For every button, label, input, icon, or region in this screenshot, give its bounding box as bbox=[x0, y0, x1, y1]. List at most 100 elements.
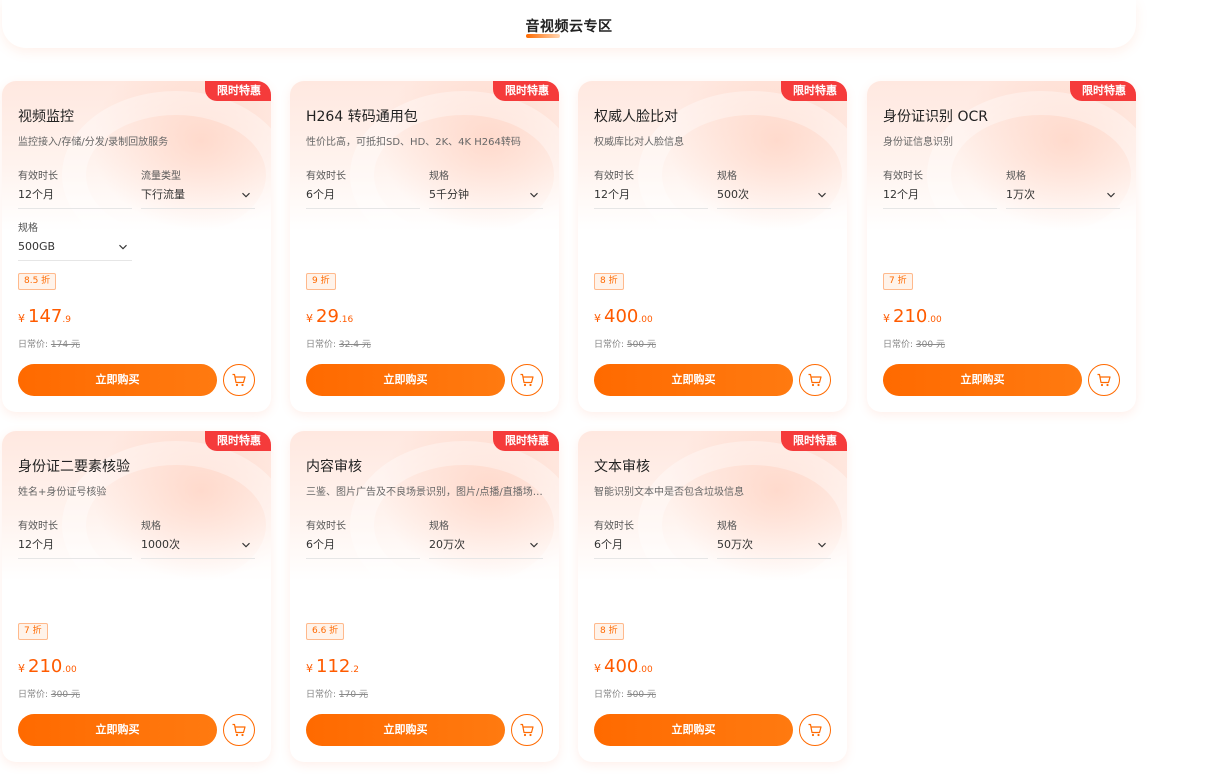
field-value: 6个月 bbox=[306, 537, 420, 559]
field-label: 有效时长 bbox=[18, 171, 58, 182]
shopping-cart-icon bbox=[807, 722, 823, 738]
buy-now-button[interactable]: 立即购买 bbox=[594, 364, 793, 396]
field-label: 有效时长 bbox=[883, 171, 923, 182]
product-card: 限时特惠 视频监控 监控接入/存储/分发/录制回放服务 有效时长 12个月 流量… bbox=[2, 81, 271, 412]
page: 音视频云专区 限时特惠 视频监控 监控接入/存储/分发/录制回放服务 有效时长 … bbox=[0, 0, 1217, 782]
title-underline bbox=[525, 34, 560, 38]
field-value[interactable]: 50万次 bbox=[717, 537, 831, 559]
sale-price: ¥210.00 bbox=[883, 306, 942, 327]
original-price: 日常价: 500 元 bbox=[594, 337, 656, 350]
spec-select[interactable]: 规格 1000次 bbox=[141, 517, 255, 559]
chevron-down-icon bbox=[118, 242, 128, 252]
original-price-label: 日常价: bbox=[18, 340, 49, 350]
price-decimal: .00 bbox=[927, 315, 942, 325]
add-to-cart-button[interactable] bbox=[511, 364, 543, 396]
promo-badge: 限时特惠 bbox=[1070, 81, 1136, 101]
promo-badge: 限时特惠 bbox=[493, 431, 559, 451]
original-price: 日常价: 300 元 bbox=[883, 337, 945, 350]
add-to-cart-button[interactable] bbox=[223, 714, 255, 746]
field-value[interactable]: 500次 bbox=[717, 187, 831, 209]
duration-field: 有效时长 6个月 bbox=[306, 167, 420, 209]
buy-now-button[interactable]: 立即购买 bbox=[18, 714, 217, 746]
buy-now-button[interactable]: 立即购买 bbox=[18, 364, 217, 396]
original-price: 日常价: 174 元 bbox=[18, 337, 80, 350]
traffic-type-select[interactable]: 流量类型 下行流量 bbox=[141, 167, 255, 209]
original-price: 日常价: 500 元 bbox=[594, 687, 656, 700]
field-value[interactable]: 1万次 bbox=[1006, 187, 1120, 209]
currency-symbol: ¥ bbox=[594, 662, 601, 675]
field-value: 12个月 bbox=[18, 537, 132, 559]
buy-now-button[interactable]: 立即购买 bbox=[883, 364, 1082, 396]
price-integer: 112 bbox=[316, 656, 351, 677]
product-title: 身份证二要素核验 bbox=[18, 459, 130, 475]
field-label: 规格 bbox=[717, 521, 737, 532]
duration-field: 有效时长 6个月 bbox=[594, 517, 708, 559]
original-price-label: 日常价: bbox=[594, 340, 625, 350]
duration-field: 有效时长 12个月 bbox=[18, 167, 132, 209]
spec-select[interactable]: 规格 500GB bbox=[18, 219, 132, 261]
original-price-label: 日常价: bbox=[306, 340, 337, 350]
buy-now-button[interactable]: 立即购买 bbox=[306, 714, 505, 746]
field-value[interactable]: 1000次 bbox=[141, 537, 255, 559]
add-to-cart-button[interactable] bbox=[799, 364, 831, 396]
field-label: 规格 bbox=[141, 521, 161, 532]
product-title: 身份证识别 OCR bbox=[883, 109, 988, 125]
price-decimal: .9 bbox=[62, 315, 71, 325]
promo-badge: 限时特惠 bbox=[205, 431, 271, 451]
spec-select[interactable]: 规格 50万次 bbox=[717, 517, 831, 559]
zone-title: 音视频云专区 bbox=[525, 16, 613, 38]
duration-field: 有效时长 12个月 bbox=[18, 517, 132, 559]
add-to-cart-button[interactable] bbox=[799, 714, 831, 746]
field-value: 12个月 bbox=[18, 187, 132, 209]
buy-now-button[interactable]: 立即购买 bbox=[594, 714, 793, 746]
duration-field: 有效时长 12个月 bbox=[594, 167, 708, 209]
field-value[interactable]: 5千分钟 bbox=[429, 187, 543, 209]
chevron-down-icon bbox=[1106, 190, 1116, 200]
add-to-cart-button[interactable] bbox=[511, 714, 543, 746]
price-decimal: .2 bbox=[350, 665, 359, 675]
product-card: 限时特惠 身份证识别 OCR 身份证信息识别 有效时长 12个月 规格 1万次 … bbox=[867, 81, 1136, 412]
product-title: 内容审核 bbox=[306, 459, 362, 475]
sale-price: ¥400.00 bbox=[594, 306, 653, 327]
field-label: 有效时长 bbox=[594, 521, 634, 532]
price-integer: 210 bbox=[28, 656, 63, 677]
spec-select[interactable]: 规格 1万次 bbox=[1006, 167, 1120, 209]
original-price-label: 日常价: bbox=[594, 690, 625, 700]
shopping-cart-icon bbox=[231, 372, 247, 388]
field-label: 规格 bbox=[717, 171, 737, 182]
promo-badge: 限时特惠 bbox=[205, 81, 271, 101]
shopping-cart-icon bbox=[231, 722, 247, 738]
discount-tag: 8 折 bbox=[594, 273, 624, 290]
buy-now-button[interactable]: 立即购买 bbox=[306, 364, 505, 396]
product-description: 身份证信息识别 bbox=[883, 137, 953, 148]
original-price: 日常价: 170 元 bbox=[306, 687, 368, 700]
add-to-cart-button[interactable] bbox=[223, 364, 255, 396]
field-value: 6个月 bbox=[594, 537, 708, 559]
currency-symbol: ¥ bbox=[306, 312, 313, 325]
price-decimal: .16 bbox=[338, 315, 354, 325]
spec-select[interactable]: 规格 20万次 bbox=[429, 517, 543, 559]
product-card: 限时特惠 身份证二要素核验 姓名+身份证号核验 有效时长 12个月 规格 100… bbox=[2, 431, 271, 762]
price-integer: 147 bbox=[28, 306, 63, 327]
field-value[interactable]: 20万次 bbox=[429, 537, 543, 559]
sale-price: ¥210.00 bbox=[18, 656, 77, 677]
original-price: 日常价: 300 元 bbox=[18, 687, 80, 700]
original-price-value: 32.4 元 bbox=[338, 340, 371, 350]
price-decimal: .00 bbox=[638, 315, 653, 325]
currency-symbol: ¥ bbox=[306, 662, 313, 675]
product-card: 限时特惠 内容审核 三鉴、图片广告及不良场景识别，图片/点播/直播场景... 有… bbox=[290, 431, 559, 762]
discount-tag: 8 折 bbox=[594, 623, 624, 640]
field-value[interactable]: 下行流量 bbox=[141, 187, 255, 209]
price-integer: 210 bbox=[893, 306, 928, 327]
discount-tag: 8.5 折 bbox=[18, 273, 57, 290]
add-to-cart-button[interactable] bbox=[1088, 364, 1120, 396]
currency-symbol: ¥ bbox=[594, 312, 601, 325]
chevron-down-icon bbox=[529, 540, 539, 550]
field-label: 有效时长 bbox=[306, 171, 346, 182]
field-value[interactable]: 500GB bbox=[18, 239, 132, 261]
spec-select[interactable]: 规格 500次 bbox=[717, 167, 831, 209]
spec-select[interactable]: 规格 5千分钟 bbox=[429, 167, 543, 209]
product-card: 限时特惠 文本审核 智能识别文本中是否包含垃圾信息 有效时长 6个月 规格 50… bbox=[578, 431, 847, 762]
promo-badge: 限时特惠 bbox=[493, 81, 559, 101]
sale-price: ¥29.16 bbox=[306, 306, 353, 327]
